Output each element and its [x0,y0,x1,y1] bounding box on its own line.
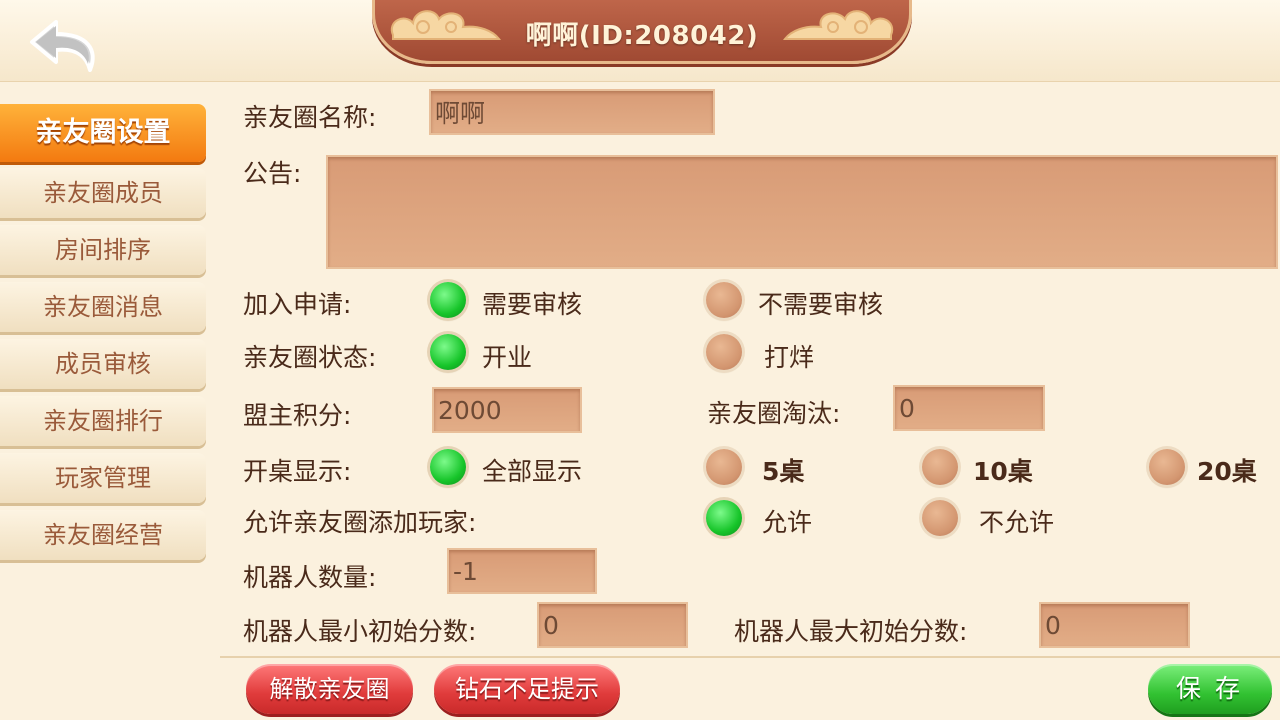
tables-all-label[interactable]: 全部显示 [482,452,582,488]
notice-textarea[interactable] [326,155,1278,269]
sidebar-item-circle-ranking[interactable]: 亲友圈排行 [0,396,206,446]
allow-add-yes-label[interactable]: 允许 [762,503,812,539]
sidebar-item-room-sort[interactable]: 房间排序 [0,225,206,275]
back-arrow-icon [30,20,95,72]
status-closed-radio[interactable] [706,334,742,370]
sidebar-item-circle-messages[interactable]: 亲友圈消息 [0,282,206,332]
status-closed-label[interactable]: 打烊 [764,338,814,374]
robot-min-score-label: 机器人最小初始分数: [243,617,477,646]
robot-min-score-input[interactable] [537,602,688,648]
allow-add-yes-radio[interactable] [706,500,742,536]
save-button[interactable]: 保存 [1148,664,1272,714]
sidebar-item-member-review[interactable]: 成员审核 [0,339,206,389]
back-button[interactable] [26,14,106,78]
tables-5-label[interactable]: 5桌 [762,452,804,488]
sidebar-item-circle-members[interactable]: 亲友圈成员 [0,168,206,218]
dissolve-circle-button[interactable]: 解散亲友圈 [246,664,413,714]
diamond-shortage-alert-button[interactable]: 钻石不足提示 [434,664,620,714]
sidebar-item-player-management[interactable]: 玩家管理 [0,453,206,503]
circle-name-label: 亲友圈名称: [243,103,377,132]
tables-all-radio[interactable] [430,449,466,485]
sidebar-item-circle-operations[interactable]: 亲友圈经营 [0,510,206,560]
table-display-label: 开桌显示: [243,457,352,486]
join-no-review-radio[interactable] [706,282,742,318]
circle-eliminate-input[interactable] [893,385,1045,431]
circle-status-label: 亲友圈状态: [243,343,377,372]
leader-points-label: 盟主积分: [243,401,352,430]
robot-count-input[interactable] [447,548,597,594]
allow-add-no-radio[interactable] [922,500,958,536]
top-bar: 啊啊(ID:208042) [0,0,1280,82]
tables-5-radio[interactable] [706,449,742,485]
robot-count-label: 机器人数量: [243,563,377,592]
title-plate: 啊啊(ID:208042) [372,0,912,64]
robot-max-score-input[interactable] [1039,602,1190,648]
tables-20-radio[interactable] [1149,449,1185,485]
allow-add-no-label[interactable]: 不允许 [979,503,1054,539]
join-request-label: 加入申请: [243,290,352,319]
join-require-review-radio[interactable] [430,282,466,318]
circle-eliminate-label: 亲友圈淘汰: [707,399,841,428]
circle-name-input[interactable] [429,89,715,135]
sidebar-item-circle-settings[interactable]: 亲友圈设置 [0,104,206,162]
bottom-divider [220,656,1280,658]
status-open-radio[interactable] [430,334,466,370]
allow-add-players-label: 允许亲友圈添加玩家: [243,508,477,537]
leader-points-input[interactable] [432,387,582,433]
page-title: 啊啊(ID:208042) [525,21,759,51]
tables-10-radio[interactable] [922,449,958,485]
tables-10-label[interactable]: 10桌 [973,452,1033,488]
join-require-review-label[interactable]: 需要审核 [482,285,582,321]
notice-label: 公告: [243,159,302,188]
join-no-review-label[interactable]: 不需要审核 [758,285,883,321]
tables-20-label[interactable]: 20桌 [1197,452,1257,488]
status-open-label[interactable]: 开业 [482,338,532,374]
robot-max-score-label: 机器人最大初始分数: [734,617,968,646]
